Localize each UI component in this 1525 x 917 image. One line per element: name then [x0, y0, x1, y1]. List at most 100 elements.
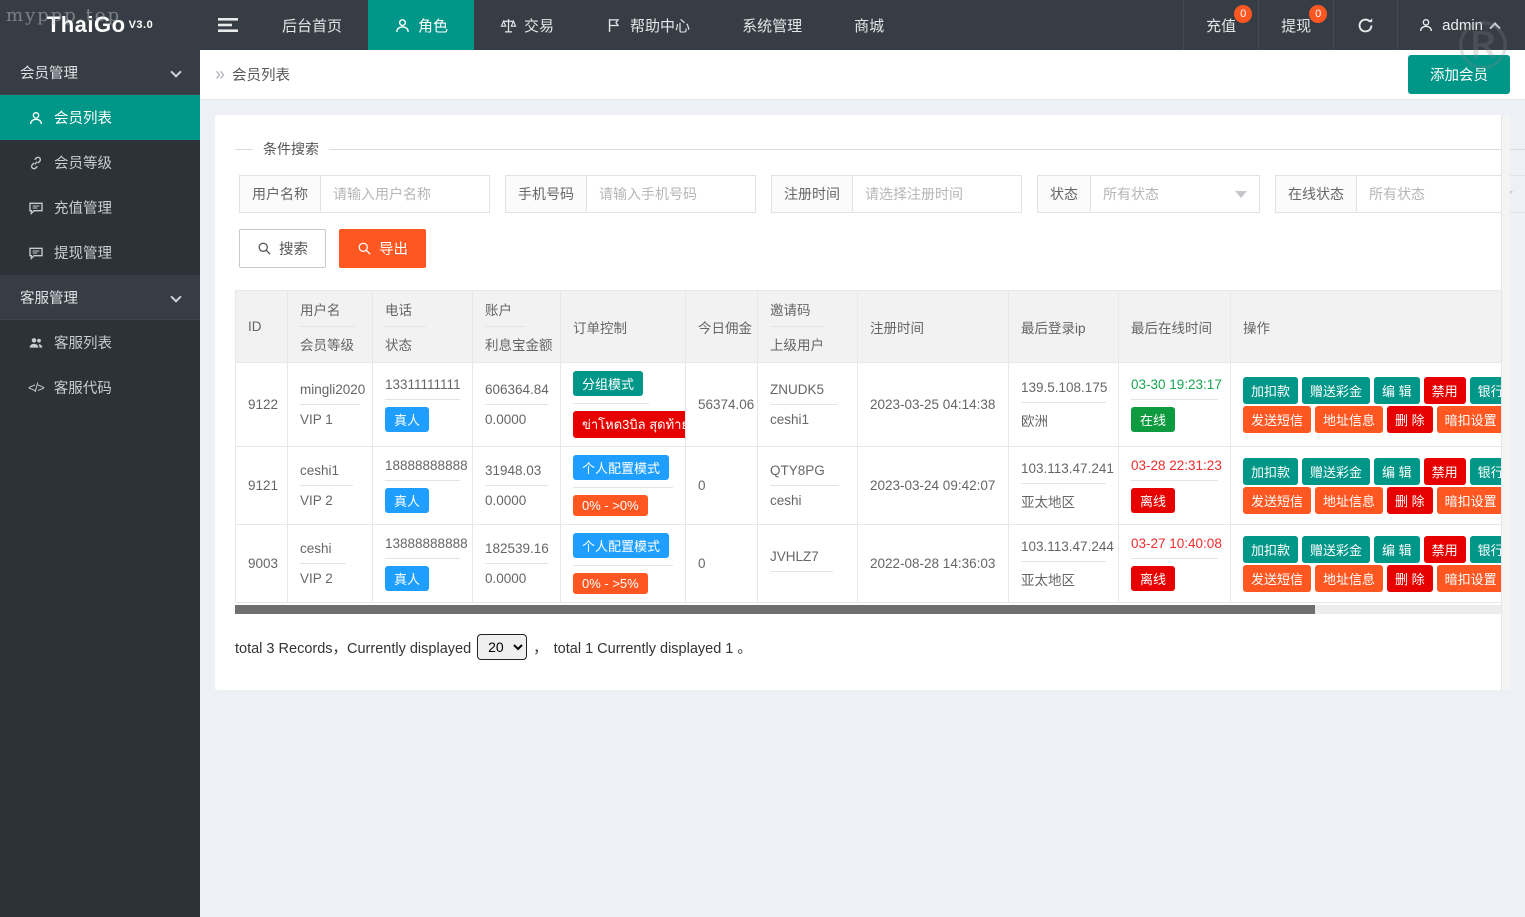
gift-bonus-button[interactable]: 赠送彩金 — [1302, 536, 1370, 563]
address-info-button[interactable]: 地址信息 — [1315, 487, 1383, 514]
action-line: 发送短信地址信息删 除暗扣设置 — [1243, 565, 1496, 592]
nav-item-help-center[interactable]: 帮助中心 — [580, 0, 716, 50]
nav-item-roles[interactable]: 角色 — [368, 0, 474, 50]
cell-actions: 加扣款赠送彩金编 辑禁用银行卡发送短信地址信息删 除暗扣设置 — [1231, 363, 1509, 447]
nav-item-trade[interactable]: 交易 — [474, 0, 580, 50]
nav-item-dashboard[interactable]: 后台首页 — [256, 0, 368, 50]
col-order-control: 订单控制 — [561, 291, 686, 363]
search-fieldset: 条件搜索 用户名称 手机号码 注册时间 状态 — [235, 139, 1525, 272]
recharge-button[interactable]: 充值 0 — [1183, 0, 1258, 50]
code-icon: </> — [28, 380, 44, 395]
add-deduct-funds-button[interactable]: 加扣款 — [1243, 377, 1298, 404]
col-phone: 电话状态 — [373, 291, 473, 363]
cell-order-control: 分组模式 ข่าโหด3บิล สุดท้ายใช้ได้ — [561, 363, 686, 447]
cell-username: ceshi1VIP 2 — [288, 447, 373, 525]
member-list-panel: 条件搜索 用户名称 手机号码 注册时间 状态 — [215, 115, 1510, 690]
edit-button[interactable]: 编 辑 — [1374, 536, 1420, 563]
send-sms-button[interactable]: 发送短信 — [1243, 487, 1311, 514]
filter-buttons: 搜索 导出 — [239, 229, 1525, 268]
scrollbar-thumb[interactable] — [235, 605, 1315, 614]
reg-time-input[interactable] — [853, 176, 1021, 212]
topbar-right: 充值 0 提现 0 admin — [1183, 0, 1525, 50]
edit-button[interactable]: 编 辑 — [1374, 458, 1420, 485]
sidebar-group-service-mgmt[interactable]: 客服管理 — [0, 275, 200, 320]
mode-sub-badge: ข่าโหด3บิล สุดท้ายใช้ได้ — [573, 411, 686, 438]
address-info-button[interactable]: 地址信息 — [1315, 406, 1383, 433]
mode-badge: 个人配置模式 — [573, 533, 669, 558]
add-member-button[interactable]: 添加会员 — [1408, 55, 1510, 94]
nav-item-system-mgmt[interactable]: 系统管理 — [716, 0, 828, 50]
mode-badge: 分组模式 — [573, 371, 643, 396]
cell-id: 9122 — [236, 363, 288, 447]
recharge-badge: 0 — [1234, 5, 1252, 23]
add-deduct-funds-button[interactable]: 加扣款 — [1243, 536, 1298, 563]
top-nav: 后台首页 角色 交易 帮助中心 系统管理 商城 — [256, 0, 910, 50]
export-button[interactable]: 导出 — [339, 229, 426, 268]
filter-online-status: 在线状态 所有状态 — [1275, 175, 1525, 213]
delete-button[interactable]: 删 除 — [1387, 406, 1433, 433]
search-button[interactable]: 搜索 — [239, 229, 326, 268]
sidebar-item-withdraw-mgmt[interactable]: 提现管理 — [0, 230, 200, 275]
app-logo: ThaiGo V3.0 — [0, 0, 200, 50]
person-icon — [394, 17, 411, 34]
withdraw-button[interactable]: 提现 0 — [1258, 0, 1333, 50]
gift-bonus-button[interactable]: 赠送彩金 — [1302, 377, 1370, 404]
refresh-button[interactable] — [1333, 0, 1397, 50]
gift-bonus-button[interactable]: 赠送彩金 — [1302, 458, 1370, 485]
offline-badge: 离线 — [1131, 488, 1175, 513]
col-reg-time: 注册时间 — [858, 291, 1009, 363]
send-sms-button[interactable]: 发送短信 — [1243, 406, 1311, 433]
sidebar-group-member-mgmt[interactable]: 会员管理 — [0, 50, 200, 95]
status-select[interactable]: 所有状态 — [1091, 176, 1259, 212]
action-line: 加扣款赠送彩金编 辑禁用银行卡 — [1243, 536, 1496, 563]
cell-last-ip: 103.113.47.241亚太地区 — [1009, 447, 1119, 525]
menu-toggle-button[interactable] — [200, 0, 256, 50]
send-sms-button[interactable]: 发送短信 — [1243, 565, 1311, 592]
chevron-down-icon — [170, 66, 181, 77]
address-info-button[interactable]: 地址信息 — [1315, 565, 1383, 592]
page-size-select[interactable]: 20 — [477, 634, 527, 660]
table-header-row: ID 用户名会员等级 电话状态 账户利息宝金额 订单控制 今日佣金 邀请码上级用… — [236, 291, 1509, 363]
col-invite: 邀请码上级用户 — [758, 291, 858, 363]
col-commission: 今日佣金 — [686, 291, 758, 363]
member-table-wrap: ID 用户名会员等级 电话状态 账户利息宝金额 订单控制 今日佣金 邀请码上级用… — [235, 290, 1508, 603]
cell-last-ip: 103.113.47.244亚太地区 — [1009, 525, 1119, 603]
mode-badge: 个人配置模式 — [573, 455, 669, 480]
horizontal-scrollbar[interactable] — [235, 605, 1508, 614]
cell-id: 9121 — [236, 447, 288, 525]
table-row: 9122 mingli2020VIP 1 13311111111真人 60636… — [236, 363, 1509, 447]
cell-username: mingli2020VIP 1 — [288, 363, 373, 447]
col-last-online: 最后在线时间 — [1119, 291, 1231, 363]
hidden-deduct-settings-button[interactable]: 暗扣设置 — [1437, 565, 1505, 592]
logo-version: V3.0 — [129, 19, 154, 31]
username-input[interactable] — [321, 176, 489, 212]
search-icon — [357, 241, 372, 256]
disable-button[interactable]: 禁用 — [1424, 536, 1466, 563]
sidebar-item-service-list[interactable]: 客服列表 — [0, 320, 200, 365]
cell-phone: 13311111111真人 — [373, 363, 473, 447]
delete-button[interactable]: 删 除 — [1387, 487, 1433, 514]
flag-icon — [606, 17, 623, 34]
hidden-deduct-settings-button[interactable]: 暗扣设置 — [1437, 406, 1505, 433]
user-menu[interactable]: admin — [1397, 0, 1525, 50]
col-account: 账户利息宝金额 — [473, 291, 561, 363]
phone-input[interactable] — [587, 176, 755, 212]
action-line: 加扣款赠送彩金编 辑禁用银行卡 — [1243, 377, 1496, 404]
search-legend: 条件搜索 — [253, 139, 329, 159]
pagination: total 3 Records，Currently displayed 20 ，… — [235, 634, 1494, 660]
nav-item-mall[interactable]: 商城 — [828, 0, 910, 50]
disable-button[interactable]: 禁用 — [1424, 377, 1466, 404]
disable-button[interactable]: 禁用 — [1424, 458, 1466, 485]
sidebar-item-service-code[interactable]: </> 客服代码 — [0, 365, 200, 410]
add-deduct-funds-button[interactable]: 加扣款 — [1243, 458, 1298, 485]
cell-phone: 18888888888真人 — [373, 447, 473, 525]
sidebar-item-recharge-mgmt[interactable]: 充值管理 — [0, 185, 200, 230]
online-status-select[interactable]: 所有状态 — [1357, 176, 1525, 212]
edit-button[interactable]: 编 辑 — [1374, 377, 1420, 404]
sidebar-item-member-level[interactable]: 会员等级 — [0, 140, 200, 185]
delete-button[interactable]: 删 除 — [1387, 565, 1433, 592]
vertical-scrollbar[interactable] — [1501, 115, 1510, 690]
sidebar-item-member-list[interactable]: 会员列表 — [0, 95, 200, 140]
member-table: ID 用户名会员等级 电话状态 账户利息宝金额 订单控制 今日佣金 邀请码上级用… — [235, 290, 1508, 603]
hidden-deduct-settings-button[interactable]: 暗扣设置 — [1437, 487, 1505, 514]
